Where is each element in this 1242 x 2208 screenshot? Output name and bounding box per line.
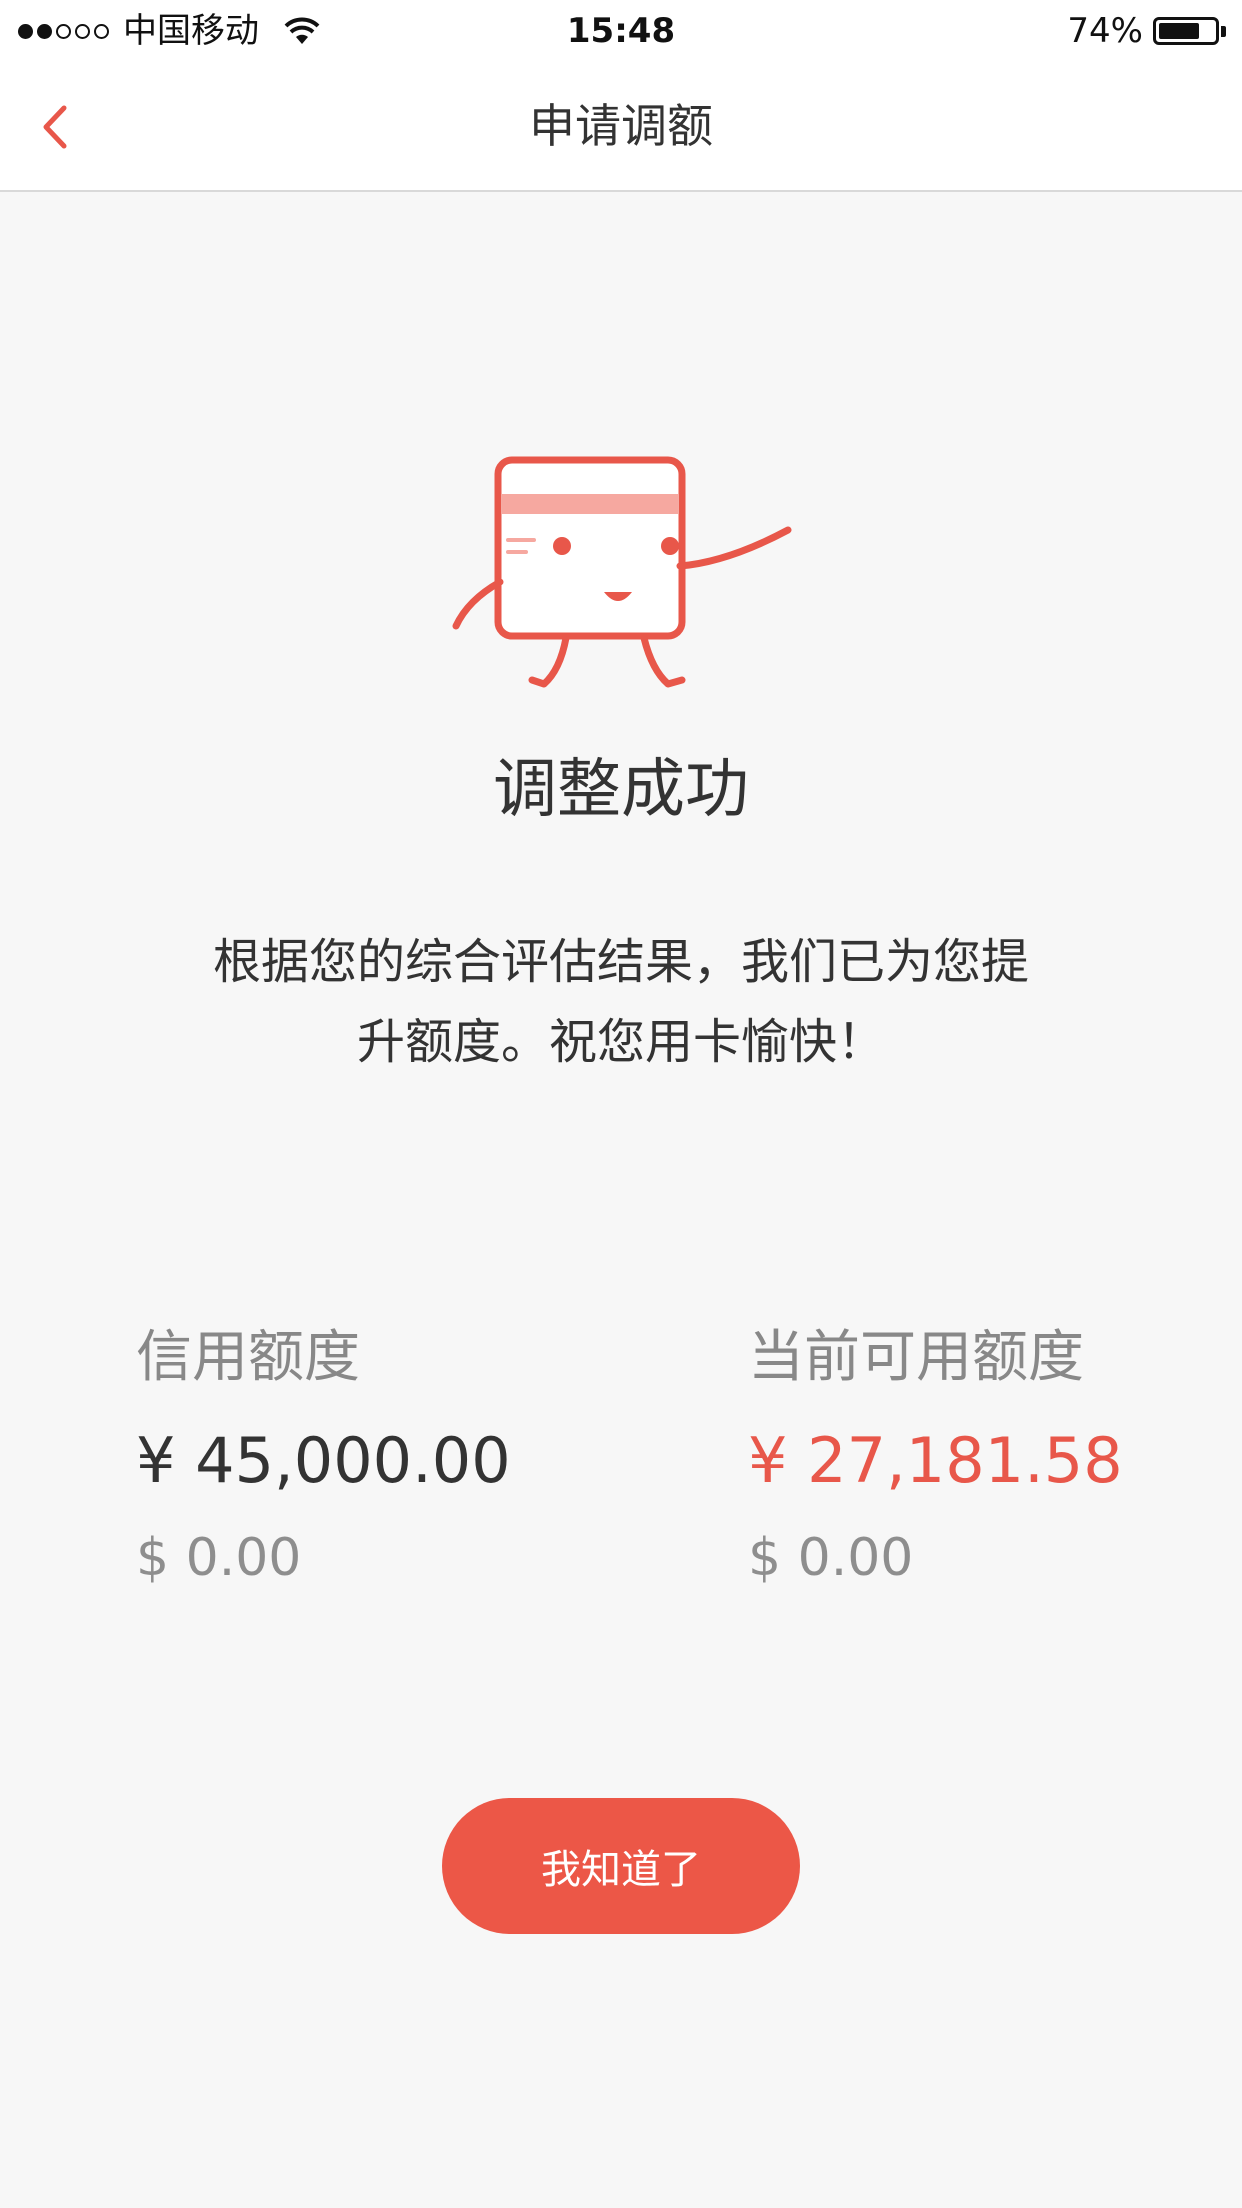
battery-percent: 74%	[1067, 11, 1143, 51]
status-time: 15:48	[566, 11, 676, 51]
credit-limit-cny: ¥ 45,000.00	[136, 1424, 511, 1497]
result-title: 调整成功	[493, 753, 749, 827]
battery-fill	[1159, 23, 1199, 39]
battery-tip	[1221, 25, 1226, 37]
result-description-line: 根据您的综合评估结果，我们已为您提	[212, 934, 1029, 990]
credit-limit-label: 信用额度	[136, 1325, 360, 1390]
available-limit-cny: ¥ 27,181.58	[748, 1424, 1123, 1497]
battery-icon	[1153, 17, 1219, 45]
credit-limit-usd: $ 0.00	[136, 1528, 302, 1588]
credit-limit-block: 信用额度 ¥ 45,000.00 $ 0.00	[136, 1318, 616, 1598]
nav-bar: 申请调额	[0, 62, 1242, 192]
result-description-line: 升额度。祝您用卡愉快！	[356, 1014, 885, 1070]
battery-indicator: 74%	[1067, 10, 1226, 52]
confirm-button[interactable]: 我知道了	[442, 1798, 800, 1934]
available-limit-label: 当前可用额度	[748, 1325, 1084, 1390]
available-limit-block: 当前可用额度 ¥ 27,181.58 $ 0.00	[748, 1318, 1228, 1598]
result-description: 根据您的综合评估结果，我们已为您提 升额度。祝您用卡愉快！	[140, 922, 1102, 1082]
available-limit-usd: $ 0.00	[748, 1528, 914, 1588]
credit-card-mascot-icon	[452, 456, 792, 688]
page-title: 申请调额	[529, 99, 713, 153]
status-bar: 中国移动 15:48 74%	[0, 0, 1242, 62]
